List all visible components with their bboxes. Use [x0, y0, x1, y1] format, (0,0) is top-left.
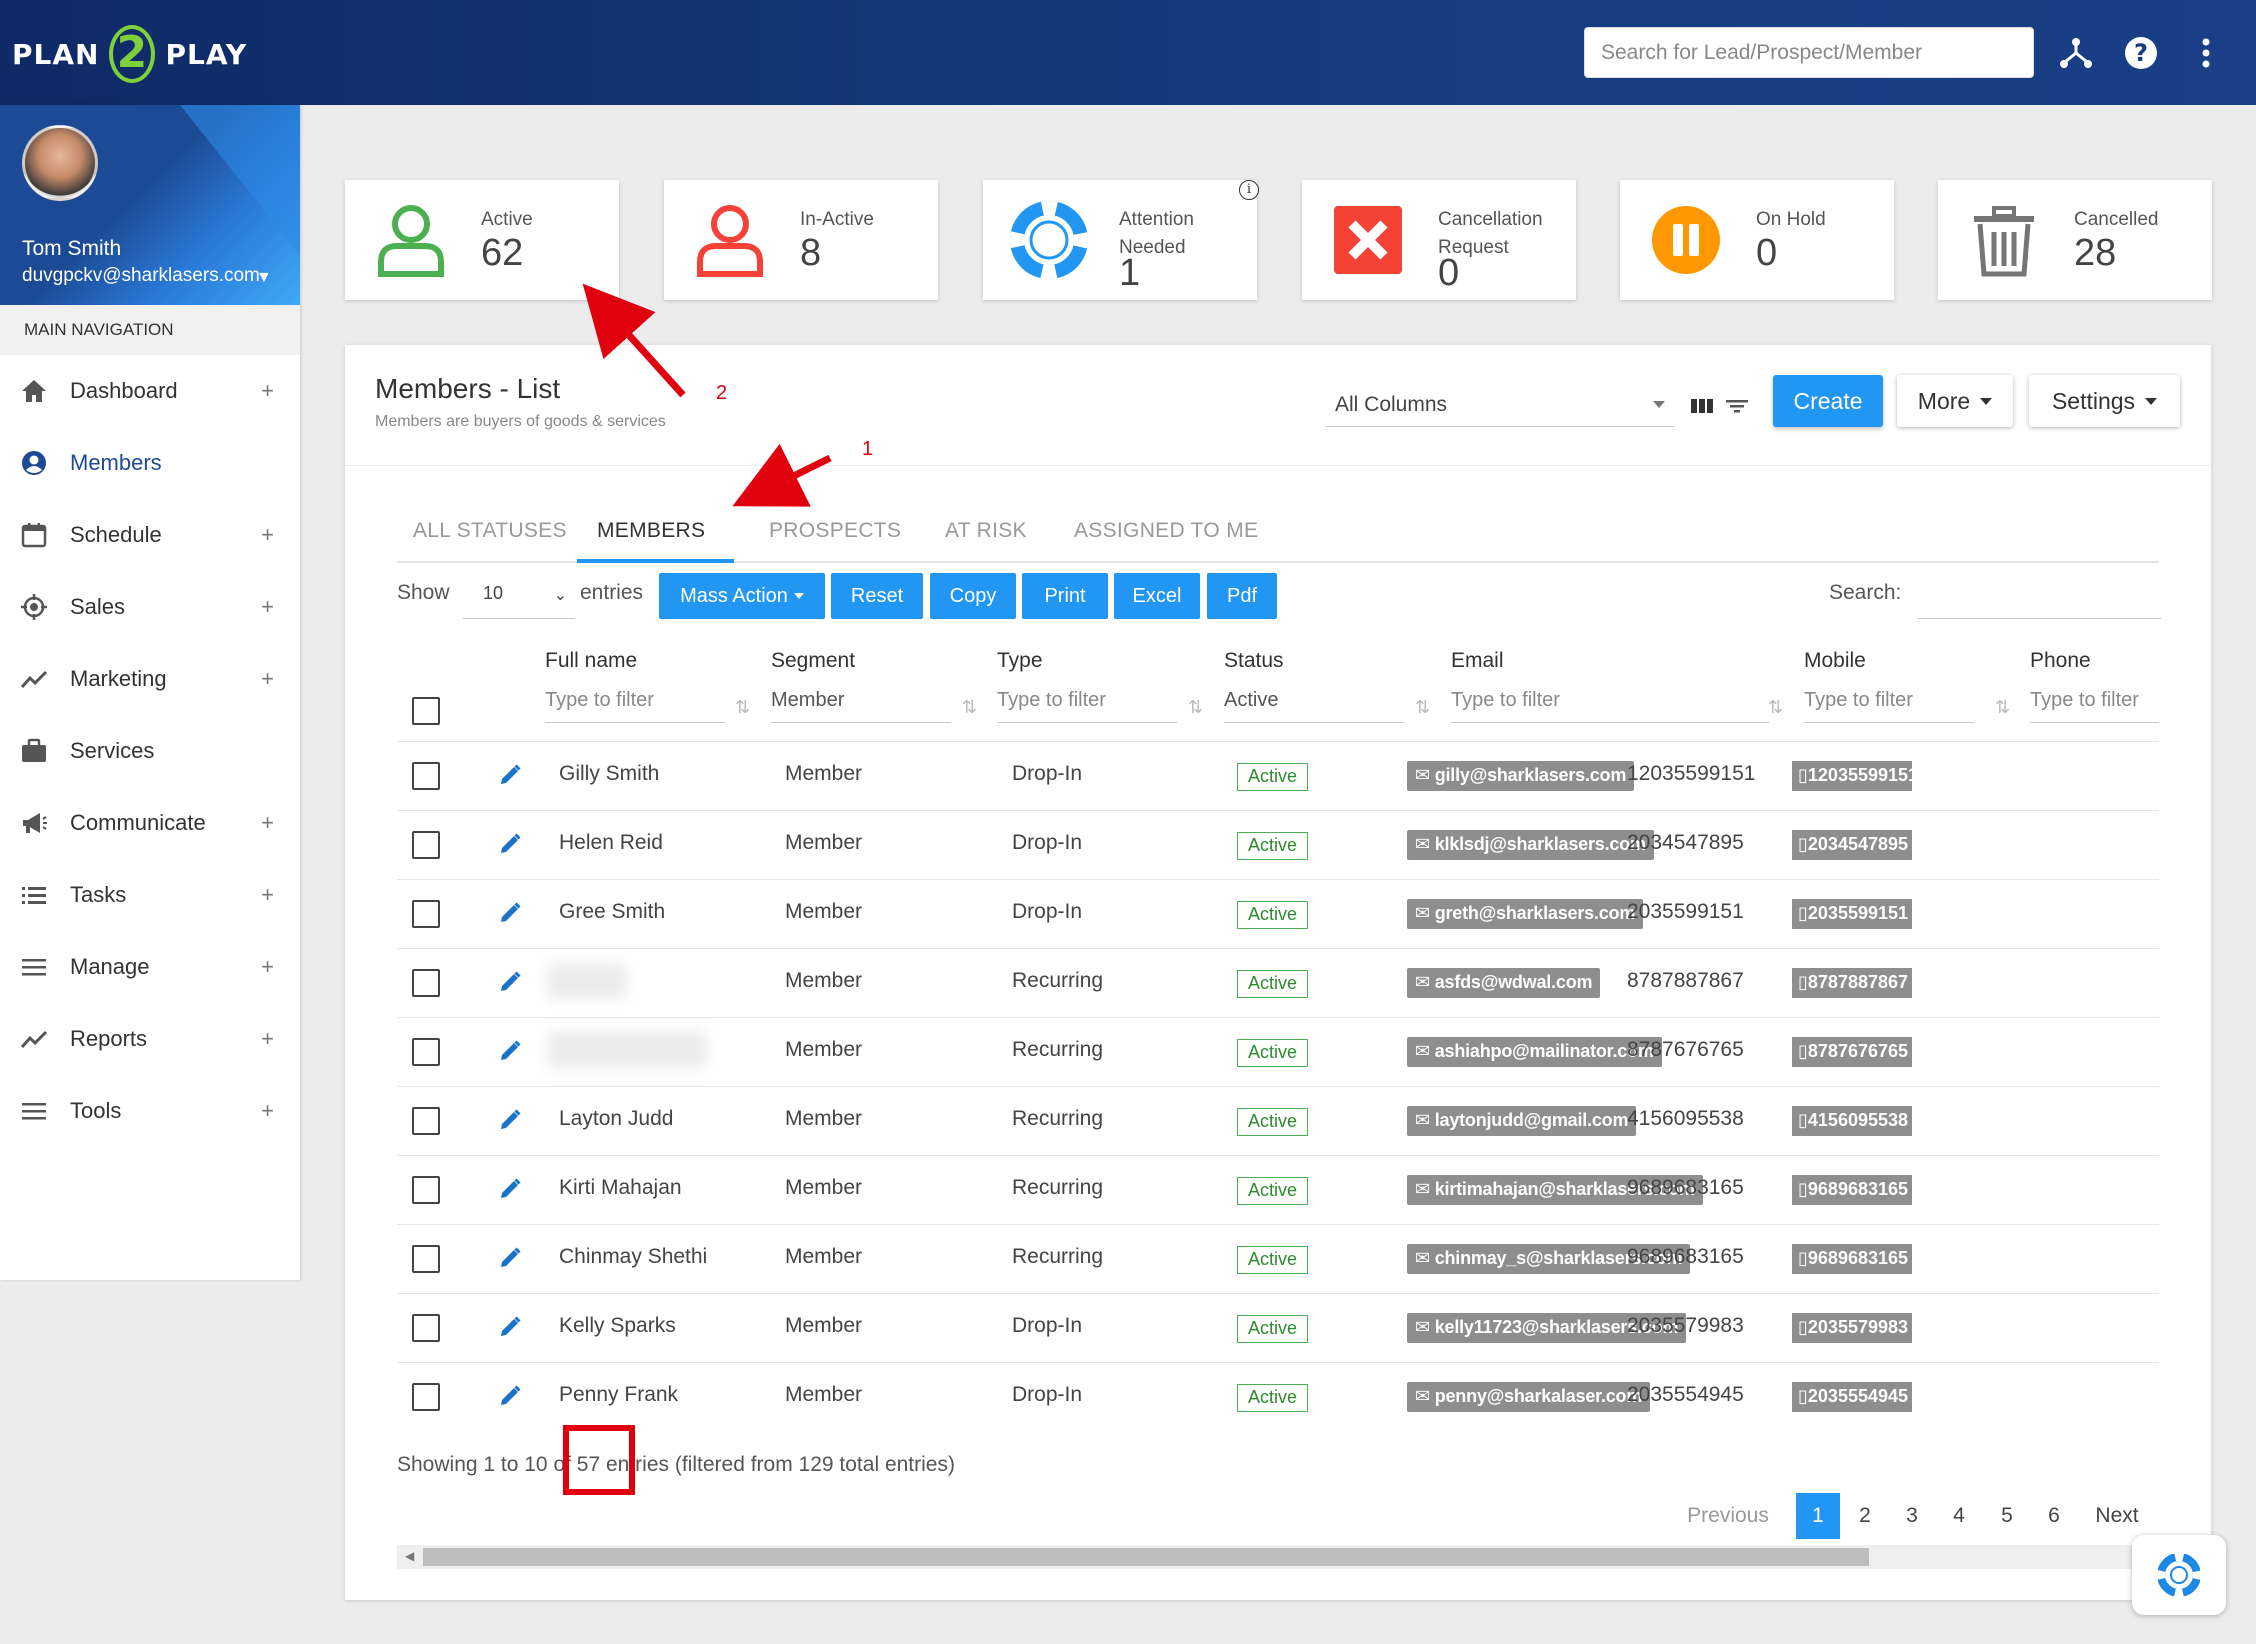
annotation-overlay: [582, 283, 832, 507]
annotation-highlight-box: [563, 1425, 635, 1495]
annotation-arrow-2: [582, 283, 686, 398]
annotation-arrow-1: [732, 443, 832, 507]
annotation-label-1: 1: [862, 438, 874, 460]
annotation-label-2: 2: [716, 382, 728, 404]
